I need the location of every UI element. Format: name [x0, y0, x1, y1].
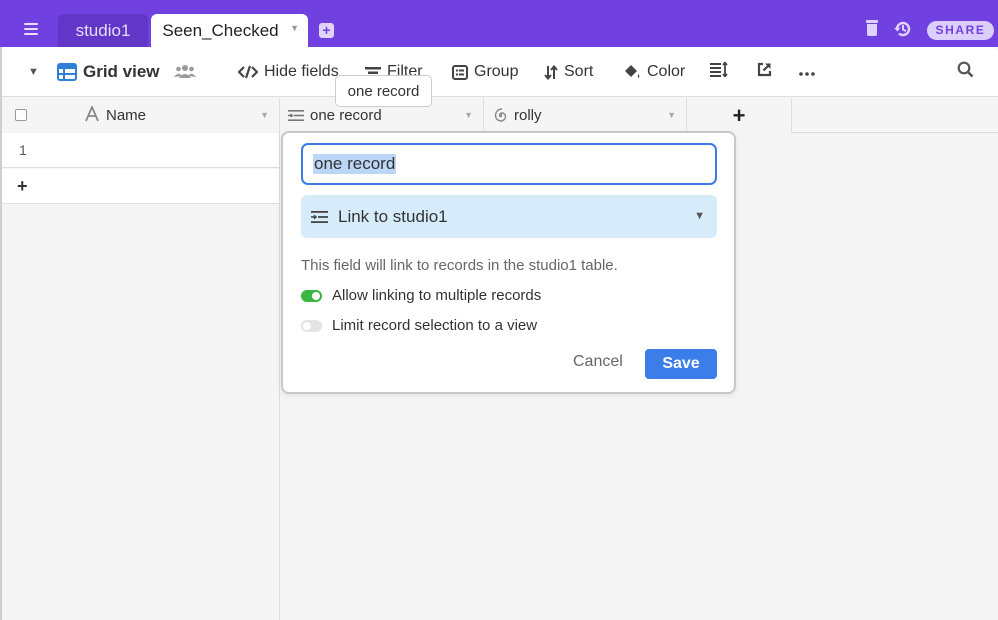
- history-icon[interactable]: [893, 19, 913, 39]
- option-label: Allow linking to multiple records: [332, 287, 542, 304]
- column-header-name[interactable]: Name ▼: [2, 98, 280, 133]
- select-all-checkbox[interactable]: [15, 109, 27, 121]
- add-row-button[interactable]: +: [2, 169, 279, 204]
- rollup-spiral-icon: [492, 107, 509, 128]
- tab-studio1[interactable]: studio1: [58, 14, 148, 47]
- option-label: Limit record selection to a view: [332, 317, 538, 334]
- field-name-input[interactable]: one record: [301, 143, 717, 185]
- group-icon: [452, 64, 468, 80]
- sort-label: Sort: [564, 63, 594, 80]
- sort-icon: [544, 64, 558, 80]
- more-button[interactable]: [799, 47, 815, 97]
- row-height-button[interactable]: [710, 47, 728, 97]
- trash-icon[interactable]: [866, 20, 878, 38]
- view-switcher[interactable]: Grid view: [57, 47, 160, 97]
- view-toolbar: ▼ Grid view Hide fields Filter Group Sor…: [2, 47, 998, 97]
- column-label: rolly: [514, 107, 542, 124]
- external-link-icon: [757, 62, 772, 82]
- save-button[interactable]: Save: [645, 349, 717, 379]
- field-name-value: one record: [313, 154, 397, 174]
- table-row[interactable]: 1: [2, 133, 279, 168]
- hide-fields-label: Hide fields: [264, 63, 339, 80]
- column-label: Name: [106, 107, 147, 124]
- ellipsis-icon: [799, 63, 815, 81]
- cancel-button[interactable]: Cancel: [573, 353, 623, 371]
- color-label: Color: [647, 63, 686, 80]
- tab-seen-checked[interactable]: Seen_Checked ▼: [151, 14, 308, 47]
- grid-icon: [57, 63, 77, 81]
- column-header-rolly[interactable]: rolly ▼: [484, 98, 687, 133]
- link-icon: [311, 210, 328, 224]
- chevron-down-icon[interactable]: ▼: [464, 110, 473, 120]
- plus-square-icon[interactable]: +: [319, 23, 334, 38]
- option-limit-to-view: Limit record selection to a view: [301, 317, 537, 334]
- chevron-down-icon[interactable]: ▼: [260, 110, 269, 120]
- eye-slash-code-icon: [238, 65, 258, 79]
- tab-label: Seen_Checked: [162, 20, 279, 40]
- share-button[interactable]: SHARE: [927, 21, 994, 40]
- limit-to-view-toggle[interactable]: [301, 319, 322, 332]
- chevron-down-icon: ▼: [694, 210, 705, 222]
- sort-button[interactable]: Sort: [544, 47, 593, 97]
- option-allow-multiple: Allow linking to multiple records: [301, 287, 541, 304]
- add-column-button[interactable]: +: [687, 98, 792, 133]
- group-button[interactable]: Group: [452, 47, 518, 97]
- field-type-select[interactable]: Link to studio1 ▼: [301, 195, 717, 238]
- tab-label: studio1: [75, 20, 131, 40]
- chevron-down-icon[interactable]: ▼: [667, 110, 676, 120]
- row-height-icon: [710, 61, 728, 82]
- link-icon: [288, 109, 304, 126]
- view-name: Grid view: [83, 62, 160, 81]
- share-view-button[interactable]: [757, 47, 772, 97]
- people-icon[interactable]: [174, 64, 196, 83]
- search-button[interactable]: [957, 47, 974, 97]
- field-type-label: Link to studio1: [338, 206, 448, 226]
- chevron-down-icon[interactable]: ▼: [28, 66, 39, 78]
- hamburger-icon[interactable]: [24, 20, 46, 40]
- grid-header: Name ▼ one record ▼ rolly ▼ +: [2, 98, 998, 133]
- group-label: Group: [474, 63, 519, 80]
- grid-left-pane: 1 +: [2, 133, 280, 620]
- allow-multiple-toggle[interactable]: [301, 289, 322, 302]
- column-tooltip: one record: [335, 75, 432, 107]
- search-icon: [957, 61, 974, 83]
- text-A-icon: [84, 104, 100, 126]
- base-topbar: studio1 Seen_Checked ▼ + SHARE: [0, 0, 998, 47]
- chevron-down-icon[interactable]: ▼: [290, 23, 299, 33]
- color-button[interactable]: Color: [623, 47, 685, 97]
- paint-bucket-icon: [623, 64, 641, 80]
- row-number: 1: [19, 142, 27, 158]
- field-description: This field will link to records in the s…: [301, 257, 618, 274]
- hide-fields-button[interactable]: Hide fields: [238, 47, 339, 97]
- column-label: one record: [310, 107, 382, 124]
- field-editor-popup: one record Link to studio1 ▼ This field …: [281, 131, 736, 394]
